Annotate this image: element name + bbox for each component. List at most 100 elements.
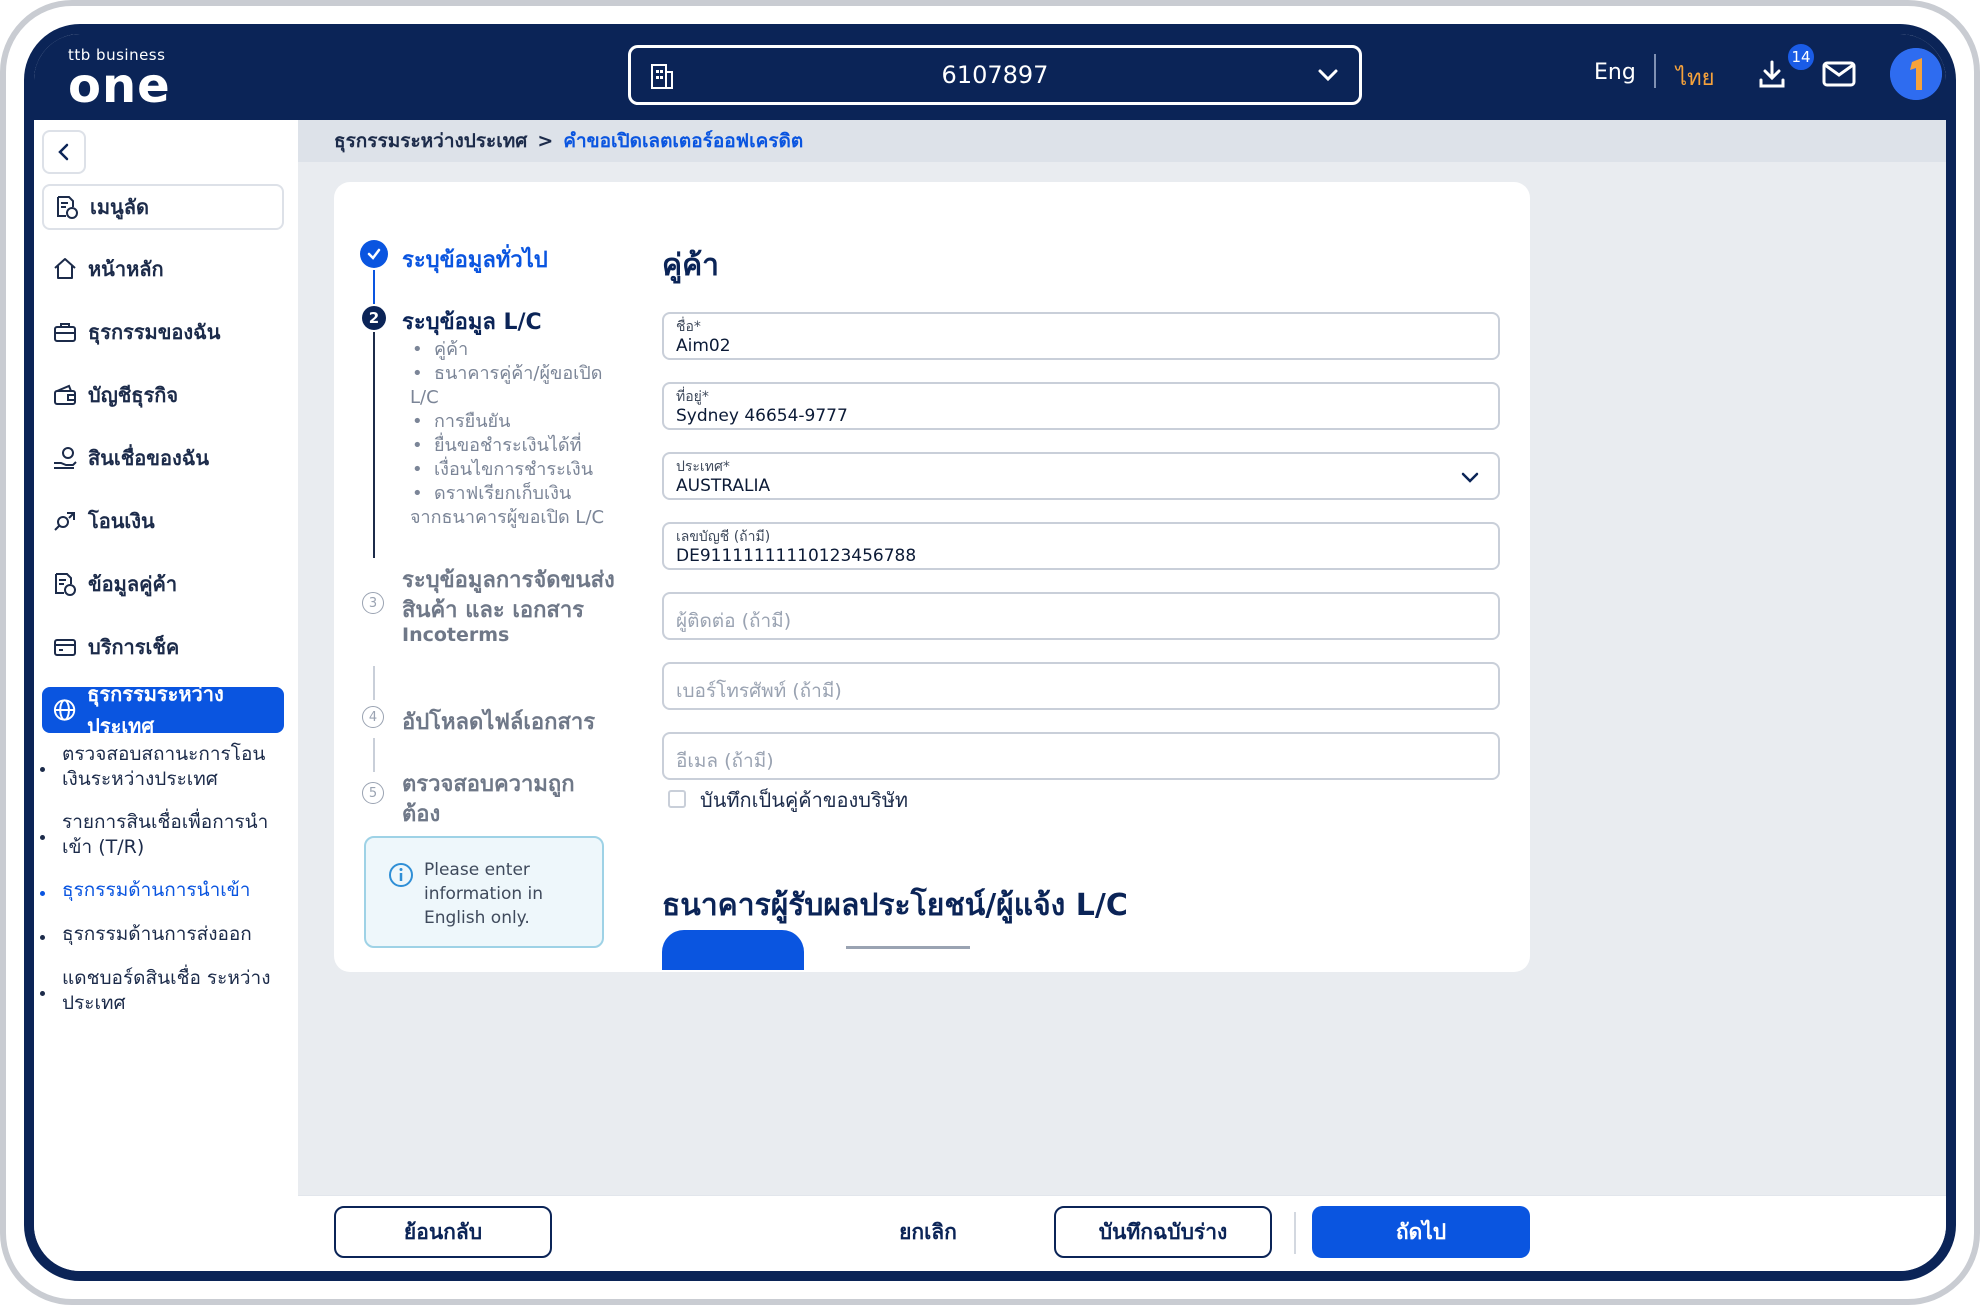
sidebar: เมนูลัด หน้าหลัก ธุรกรรมของฉัน บัญชีธุรก…: [34, 120, 298, 1271]
info-text: Please enter information in English only…: [424, 860, 544, 928]
sidebar-item-my-loans[interactable]: สินเชื่อของฉัน: [42, 435, 284, 481]
device-frame: ttb business one 6107897 Eng ไทย 14 เมนู…: [0, 0, 1980, 1305]
sidebar-item-label: สินเชื่อของฉัน: [88, 446, 210, 470]
chevron-down-icon: [1315, 62, 1341, 94]
language-thai[interactable]: ไทย: [1676, 60, 1714, 95]
step-2-sub-item: เงื่อนไขการชำระเงิน: [412, 458, 593, 482]
sidebar-subitem-trust-receipt[interactable]: รายการสินเชื่อเพื่อการนำเข้า (T/R): [40, 810, 272, 860]
phone-field[interactable]: เบอร์โทรศัพท์ (ถ้ามี): [662, 662, 1500, 710]
sidebar-item-international[interactable]: ธุรกรรมระหว่างประเทศ: [42, 682, 284, 738]
sidebar-item-label: ธุรกรรมของฉัน: [88, 320, 221, 344]
save-draft-button[interactable]: บันทึกฉบับร่าง: [1054, 1206, 1272, 1258]
step-connector: [373, 270, 375, 304]
bank-tab-inactive[interactable]: [846, 946, 970, 949]
info-notice: Please enter information in English only…: [364, 836, 604, 948]
home-icon: [54, 258, 76, 279]
bank-tab-active[interactable]: [662, 930, 804, 970]
back-button[interactable]: [42, 130, 86, 174]
step-5-number: 5: [362, 782, 384, 804]
address-field[interactable]: ที่อยู่* Sydney 46654-9777: [662, 382, 1500, 430]
breadcrumb: ธุรกรรมระหว่างประเทศ > คำขอเปิดเลตเตอร์อ…: [298, 120, 1946, 162]
cheque-icon: [54, 639, 76, 656]
wallet-icon: [54, 384, 76, 405]
name-field[interactable]: ชื่อ* Aim02: [662, 312, 1500, 360]
account-number-label: เลขบัญชี (ถ้ามี): [676, 529, 771, 545]
shortcut-menu[interactable]: เมนูลัด: [42, 184, 284, 230]
language-english[interactable]: Eng: [1594, 60, 1636, 85]
shortcut-doc-icon: [57, 196, 78, 219]
sidebar-subitem-transfer-status[interactable]: ตรวจสอบสถานะการโอนเงินระหว่างประเทศ: [40, 742, 272, 792]
sidebar-item-business-account[interactable]: บัญชีธุรกิจ: [42, 372, 284, 418]
contact-placeholder: ผู้ติดต่อ (ถ้ามี): [676, 610, 792, 632]
language-divider: [1654, 54, 1656, 88]
globe-icon: [53, 699, 76, 721]
name-field-value: Aim02: [676, 336, 731, 356]
save-partner-label[interactable]: บันทึกเป็นคู่ค้าของบริษัท: [700, 784, 908, 816]
step-2-sub-item: ดราฟเรียกเก็บเงิน: [412, 482, 571, 506]
sidebar-item-transfer[interactable]: โอนเงิน: [42, 498, 284, 544]
back-step-button[interactable]: ย้อนกลับ: [334, 1206, 552, 1258]
shortcut-label: เมนูลัด: [90, 195, 149, 219]
next-button[interactable]: ถัดไป: [1312, 1206, 1530, 1258]
sidebar-item-cheque-service[interactable]: บริการเช็ค: [42, 624, 284, 670]
mail-icon[interactable]: [1822, 60, 1856, 92]
breadcrumb-separator: >: [537, 130, 554, 152]
address-field-label: ที่อยู่*: [676, 389, 709, 405]
step-2-sub-item: การยืนยัน: [412, 410, 511, 434]
cancel-button[interactable]: ยกเลิก: [838, 1206, 1018, 1258]
account-number-value: DE91111111110123456788: [676, 546, 917, 566]
step-connector: [373, 738, 375, 772]
chevron-down-icon: [1460, 468, 1480, 492]
logo-brand-large: one: [68, 58, 171, 114]
email-field[interactable]: อีเมล (ถ้ามี): [662, 732, 1500, 780]
account-selector[interactable]: 6107897: [628, 45, 1362, 105]
avatar[interactable]: [1890, 48, 1942, 100]
address-field-value: Sydney 46654-9777: [676, 406, 848, 426]
breadcrumb-parent[interactable]: ธุรกรรมระหว่างประเทศ: [334, 126, 527, 156]
save-partner-checkbox[interactable]: [668, 790, 686, 808]
account-number-field[interactable]: เลขบัญชี (ถ้ามี) DE91111111110123456788: [662, 522, 1500, 570]
step-3-title-line3: Incoterms: [402, 624, 510, 646]
download-count-badge: 14: [1786, 42, 1816, 72]
sidebar-item-home[interactable]: หน้าหลัก: [42, 246, 284, 292]
email-placeholder: อีเมล (ถ้ามี): [676, 750, 774, 772]
sidebar-item-my-transactions[interactable]: ธุรกรรมของฉัน: [42, 309, 284, 355]
step-2-sub-item: ยื่นขอชำระเงินได้ที่: [412, 434, 582, 458]
step-4-title[interactable]: อัปโหลดไฟล์เอกสาร: [402, 704, 595, 739]
phone-placeholder: เบอร์โทรศัพท์ (ถ้ามี): [676, 680, 842, 702]
step-connector: [373, 332, 375, 558]
contact-field[interactable]: ผู้ติดต่อ (ถ้ามี): [662, 592, 1500, 640]
step-2-sub-item: จากธนาคารผู้ขอเปิด L/C: [410, 507, 605, 528]
country-select-value: AUSTRALIA: [676, 476, 771, 496]
sidebar-subitem-credit-dashboard[interactable]: แดชบอร์ดสินเชื่อ ระหว่างประเทศ: [40, 966, 272, 1016]
step-2-title[interactable]: ระบุข้อมูล L/C: [402, 304, 542, 339]
download-icon[interactable]: [1756, 58, 1788, 94]
step-5-title-line2: ต้อง: [402, 802, 441, 827]
sidebar-item-label: ข้อมูลคู่ค้า: [88, 572, 178, 596]
step-1-title[interactable]: ระบุข้อมูลทั่วไป: [402, 242, 548, 277]
sidebar-subitem-export[interactable]: ธุรกรรมด้านการส่งออก: [40, 922, 272, 947]
section-title-partner: คู่ค้า: [662, 248, 719, 283]
sidebar-item-partner-info[interactable]: ข้อมูลคู่ค้า: [42, 561, 284, 607]
loan-icon: [54, 447, 77, 469]
transfer-icon: [54, 512, 75, 531]
form-card: ระบุข้อมูลทั่วไป 2 ระบุข้อมูล L/C คู่ค้า…: [334, 182, 1530, 972]
footer-action-bar: ย้อนกลับ ยกเลิก บันทึกฉบับร่าง ถัดไป: [298, 1195, 1946, 1271]
step-connector: [373, 666, 375, 700]
step-4-number: 4: [362, 706, 384, 728]
step-3-title-line2: สินค้า และ เอกสาร: [402, 598, 584, 623]
briefcase-icon: [54, 323, 76, 342]
building-icon: [649, 62, 675, 96]
breadcrumb-current: คำขอเปิดเลตเตอร์ออฟเครดิต: [563, 130, 804, 152]
step-complete-check-icon: [360, 240, 388, 268]
step-2-sub-item: คู่ค้า: [412, 338, 468, 362]
sidebar-item-label: โอนเงิน: [88, 509, 155, 533]
logo[interactable]: ttb business one: [68, 46, 171, 110]
sidebar-item-label: ธุรกรรมระหว่างประเทศ: [87, 682, 224, 738]
sidebar-item-label: หน้าหลัก: [88, 257, 164, 281]
sidebar-item-label: บริการเช็ค: [88, 635, 180, 659]
country-select[interactable]: ประเทศ* AUSTRALIA: [662, 452, 1500, 500]
top-bar: ttb business one 6107897 Eng ไทย 14: [34, 34, 1946, 120]
name-field-label: ชื่อ*: [676, 319, 701, 335]
sidebar-subitem-import[interactable]: ธุรกรรมด้านการนำเข้า: [40, 878, 272, 903]
